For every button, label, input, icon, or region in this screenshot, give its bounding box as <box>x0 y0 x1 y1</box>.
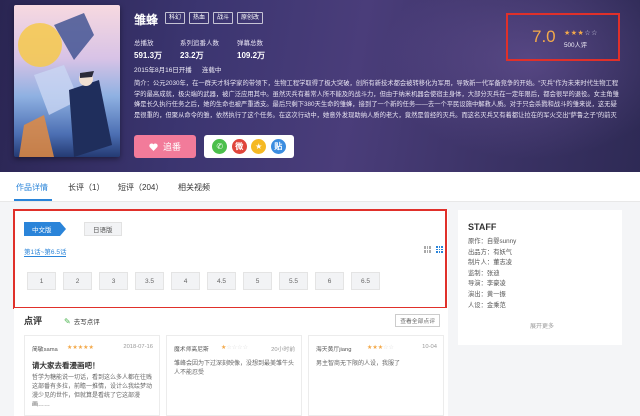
staff-panel: STAFF 原作：自婴sunny 出品方：有妖气 制片人：董志凌 监制：张迪 导… <box>458 210 622 345</box>
staff-item: 制片人：董志凌 <box>468 259 513 267</box>
genre-tag[interactable]: 战斗 <box>213 12 234 24</box>
staff-list: 原作：自婴sunny 出品方：有妖气 制片人：董志凌 监制：张迪 导演：李豪凌 … <box>468 237 516 311</box>
tab-related-videos[interactable]: 相关视频 <box>178 182 210 193</box>
review-author[interactable]: 海天黄厅jiang <box>316 344 351 353</box>
anime-title: 雏蜂 <box>134 13 159 27</box>
review-date: 20小时前 <box>271 347 295 353</box>
write-review-button[interactable]: ✎ 去写点评 <box>64 316 100 327</box>
staff-item: 原作：自婴sunny <box>468 238 517 245</box>
reviews-heading: 点评 <box>24 316 43 326</box>
staff-item: 人设：金乘范 <box>468 301 506 309</box>
review-card[interactable]: 海天黄厅jiang ★★★☆☆ 10-04 男主智商无下限的人设，我服了 <box>308 335 444 416</box>
rating-stars: ★★★☆☆ <box>564 30 598 37</box>
wechat-icon[interactable]: ✆ <box>212 139 228 154</box>
share-bar: ✆ 微 ★ 贴 <box>204 135 294 158</box>
review-title: 请大家去看漫画吧！ <box>32 361 100 370</box>
review-author[interactable]: 简敏sama <box>32 344 58 353</box>
staff-item: 出品方：有妖气 <box>468 248 513 256</box>
rating-panel: 7.0 ★★★☆☆ 500人评 <box>506 13 620 61</box>
see-all-reviews-button[interactable]: 查看全部点评 <box>395 314 440 327</box>
genre-tag[interactable]: 科幻 <box>165 12 186 24</box>
genre-tags: 科幻 热血 战斗 原创改 <box>165 12 264 24</box>
review-card[interactable]: 魔术师高尼斯 ★☆☆☆☆ 20小时前 雏峰会因为下过深刻映像，没想到最美雏牛头人… <box>166 335 302 416</box>
weibo-icon[interactable]: 微 <box>231 139 247 154</box>
hero-banner: 雏蜂 科幻 热血 战斗 原创改 总播放 591.3万 系列追番人数 23.2万 … <box>0 0 640 172</box>
review-date: 2018-07-16 <box>123 344 153 350</box>
staff-item: 演出：黄一振 <box>468 290 506 298</box>
review-stars: ★★★☆☆ <box>367 345 394 351</box>
air-date: 2015年8月16日开播 <box>134 67 192 74</box>
review-date: 10-04 <box>422 344 437 350</box>
highlight-frame <box>13 209 447 309</box>
anime-poster[interactable] <box>14 5 120 157</box>
follow-button[interactable]: 追番 <box>134 135 196 158</box>
detail-tabs: 作品详情 长评（1） 短评（204） 相关视频 <box>0 172 640 202</box>
tab-long-reviews[interactable]: 长评（1） <box>68 182 104 193</box>
reviews-section: 点评 ✎ 去写点评 查看全部点评 简敏sama ★★★★★ 2018-07-16… <box>14 308 448 416</box>
staff-item: 监制：张迪 <box>468 269 500 277</box>
synopsis: 简介：公元2030年，在一群天才科学家的带领下，生物工程学取得了极大突破，创所有… <box>134 80 619 119</box>
poster-artwork <box>18 13 112 157</box>
review-stars: ★☆☆☆☆ <box>221 345 248 351</box>
review-author[interactable]: 魔术师高尼斯 <box>174 344 209 353</box>
write-review-label: 去写点评 <box>73 319 100 326</box>
review-card[interactable]: 简敏sama ★★★★★ 2018-07-16 请大家去看漫画吧！ 哲学为糖能说… <box>24 335 160 416</box>
qzone-icon[interactable]: ★ <box>251 139 267 154</box>
staff-heading: STAFF <box>468 222 497 232</box>
staff-expand-button[interactable]: 展开更多 <box>530 321 554 330</box>
follow-label: 追番 <box>162 142 181 152</box>
review-body: 男主智商无下限的人设，我服了 <box>316 361 401 367</box>
tab-details[interactable]: 作品详情 <box>16 182 48 193</box>
pen-icon: ✎ <box>64 316 71 326</box>
air-status: 连载中 <box>201 67 222 74</box>
air-info: 2015年8月16日开播 连载中 <box>134 64 221 74</box>
tab-short-reviews[interactable]: 短评（204） <box>118 182 163 193</box>
heart-icon <box>149 142 158 151</box>
review-stars: ★★★★★ <box>67 345 94 351</box>
active-tab-indicator <box>14 199 52 201</box>
review-body: 雏峰会因为下过深刻映像，没想到最美雏牛头人不能忍受 <box>174 361 295 376</box>
stats-row: 总播放 591.3万 系列追番人数 23.2万 弹幕总数 109.2万 <box>134 37 265 61</box>
tieba-icon[interactable]: 贴 <box>270 139 286 154</box>
review-body: 哲学为糖能说一切话，看到这么多人都在往贱这部番有多拉，前瞻一推情，设计么我绘梦动… <box>32 375 153 408</box>
genre-tag[interactable]: 热血 <box>189 12 210 24</box>
rating-score: 7.0 <box>532 27 556 46</box>
genre-tag[interactable]: 原创改 <box>237 12 264 24</box>
stat-followers: 系列追番人数 23.2万 <box>180 40 220 60</box>
staff-item: 导演：李豪凌 <box>468 280 506 288</box>
stat-danmaku: 弹幕总数 109.2万 <box>237 40 266 60</box>
rating-count[interactable]: 500人评 <box>564 40 587 49</box>
stat-total-plays: 总播放 591.3万 <box>134 40 163 60</box>
